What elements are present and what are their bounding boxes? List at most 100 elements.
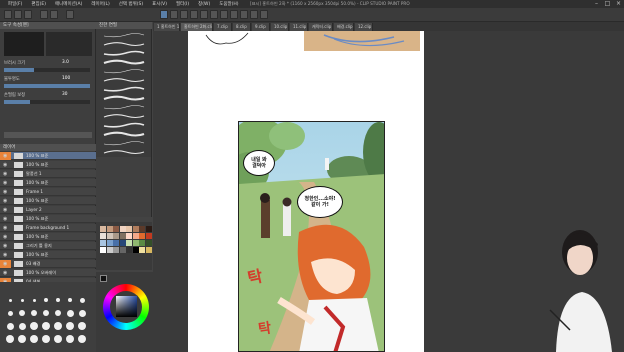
brush-stroke-preview[interactable]: [102, 122, 146, 128]
brush-stroke-preview[interactable]: [102, 77, 146, 83]
fill-tool-icon[interactable]: [200, 10, 208, 19]
color-swatch[interactable]: [106, 247, 113, 253]
layer-row[interactable]: ◉ 100 % 표준: [0, 233, 96, 241]
document-tab[interactable]: 12.clip: [355, 23, 373, 31]
brush-stroke-preview[interactable]: [102, 149, 146, 155]
color-swatch[interactable]: [139, 233, 145, 239]
brush-size-dot[interactable]: [31, 310, 37, 316]
brush-size-dot[interactable]: [68, 298, 72, 302]
document-tab[interactable]: 9.clip: [252, 23, 270, 31]
eye-icon[interactable]: ◉: [3, 207, 9, 213]
brush-size-dot[interactable]: [19, 310, 25, 316]
brush-size-dot[interactable]: [79, 297, 85, 303]
brush-stroke-preview[interactable]: [102, 32, 146, 38]
brush-stroke-preview[interactable]: [102, 68, 146, 74]
open-file-icon[interactable]: [14, 10, 22, 19]
color-swatch[interactable]: [100, 240, 106, 246]
brush-size-dot[interactable]: [78, 309, 86, 317]
brush-size-dot[interactable]: [6, 335, 14, 343]
color-swatch[interactable]: [145, 247, 152, 253]
eye-icon[interactable]: ◉: [3, 153, 9, 159]
color-swatch[interactable]: [145, 226, 152, 232]
color-swatch[interactable]: [139, 240, 145, 246]
brush-size-dot[interactable]: [54, 322, 62, 330]
color-swatch[interactable]: [126, 226, 132, 232]
layer-row[interactable]: ◉ 100 % 표준: [0, 251, 96, 259]
brush-stroke-preview[interactable]: [102, 41, 146, 47]
color-swatch[interactable]: [100, 226, 106, 232]
main-color-swatch[interactable]: [100, 275, 107, 282]
minimize-icon[interactable]: –: [592, 0, 601, 8]
eye-icon[interactable]: ◉: [3, 225, 9, 231]
layer-row[interactable]: ◉ 100 % 표준: [0, 197, 96, 205]
document-tab[interactable]: 홍트하빈 2화.clip: [181, 23, 213, 31]
layer-row[interactable]: ◉ Layer 2: [0, 206, 96, 214]
close-icon[interactable]: ×: [614, 0, 623, 8]
color-swatch[interactable]: [113, 226, 119, 232]
brush-stroke-preview[interactable]: [102, 104, 146, 110]
color-swatch[interactable]: [145, 233, 152, 239]
move-tool-icon[interactable]: [220, 10, 228, 19]
eye-icon[interactable]: ◉: [3, 180, 9, 186]
eye-icon[interactable]: ◉: [3, 234, 9, 240]
document-tab[interactable]: 배경.clip: [334, 23, 354, 31]
brush-size-dot[interactable]: [30, 322, 38, 330]
menu-filter[interactable]: 필터(I): [176, 1, 189, 7]
color-swatch[interactable]: [106, 240, 113, 246]
layer-row[interactable]: ◉ Frame 1: [0, 188, 96, 196]
document-tab[interactable]: 10.clip: [271, 23, 289, 31]
menu-window[interactable]: 창(W): [198, 1, 210, 7]
brush-size-dot[interactable]: [7, 310, 13, 316]
pen-tool-icon[interactable]: [160, 10, 168, 19]
brush-size-dot[interactable]: [54, 335, 62, 343]
text-tool-icon[interactable]: [230, 10, 238, 19]
layer-row[interactable]: ◉ 말풍선 1: [0, 170, 96, 178]
color-swatch[interactable]: [132, 247, 139, 253]
brush-size-dot[interactable]: [66, 335, 74, 343]
menu-view[interactable]: 표시(V): [152, 1, 167, 7]
brush-size-dot[interactable]: [44, 298, 48, 302]
color-swatch[interactable]: [119, 240, 126, 246]
color-swatch[interactable]: [126, 240, 132, 246]
brush-size-dot[interactable]: [55, 310, 61, 316]
layer-row[interactable]: ◉ 100 % 표준: [0, 161, 96, 169]
brush-size-dot[interactable]: [18, 322, 26, 330]
document-tab[interactable]: 8.clip: [233, 23, 251, 31]
brush-size-dot[interactable]: [42, 335, 50, 343]
brush-size-dot[interactable]: [78, 335, 86, 343]
eye-icon[interactable]: ◉: [3, 216, 9, 222]
color-swatch[interactable]: [113, 233, 119, 239]
brush-size-dot[interactable]: [66, 322, 74, 330]
blend-mode-select[interactable]: [4, 132, 92, 138]
brush-stroke-preview[interactable]: [102, 131, 146, 137]
color-swatch[interactable]: [100, 233, 106, 239]
eye-icon[interactable]: ◉: [3, 261, 9, 267]
eyedropper-tool-icon[interactable]: [250, 10, 258, 19]
brush-size-dot[interactable]: [43, 310, 49, 316]
brush-size-dot[interactable]: [42, 322, 50, 330]
brush-size-dot[interactable]: [20, 298, 24, 302]
ruler-tool-icon[interactable]: [260, 10, 268, 19]
brush-size-dot[interactable]: [78, 322, 86, 330]
prop-value-opacity[interactable]: 100: [62, 76, 70, 81]
menu-animation[interactable]: 애니메이션(A): [55, 1, 82, 7]
layer-row[interactable]: ◉ 그리기 틀 용지: [0, 242, 96, 250]
eye-icon[interactable]: ◉: [3, 198, 9, 204]
document-tab[interactable]: 7.clip: [214, 23, 232, 31]
eye-icon[interactable]: ◉: [3, 171, 9, 177]
save-icon[interactable]: [24, 10, 32, 19]
layer-row[interactable]: ◉ 100 % 표준: [0, 179, 96, 187]
color-swatch[interactable]: [106, 233, 113, 239]
prop-value-size[interactable]: 3.0: [62, 60, 69, 65]
layer-row[interactable]: ◉ 100 % 표준: [0, 152, 96, 160]
undo-icon[interactable]: [40, 10, 48, 19]
opacity-slider[interactable]: [4, 84, 90, 88]
menu-layer[interactable]: 레이어(L): [91, 1, 109, 7]
document-tab[interactable]: 캐릭터.clip: [309, 23, 333, 31]
color-wheel[interactable]: [103, 284, 149, 330]
color-swatch[interactable]: [132, 226, 139, 232]
brush-size-dot[interactable]: [56, 298, 60, 302]
new-file-icon[interactable]: [4, 10, 12, 19]
layer-row[interactable]: ◉ 03 배경: [0, 260, 96, 268]
eraser-tool-icon[interactable]: [190, 10, 198, 19]
